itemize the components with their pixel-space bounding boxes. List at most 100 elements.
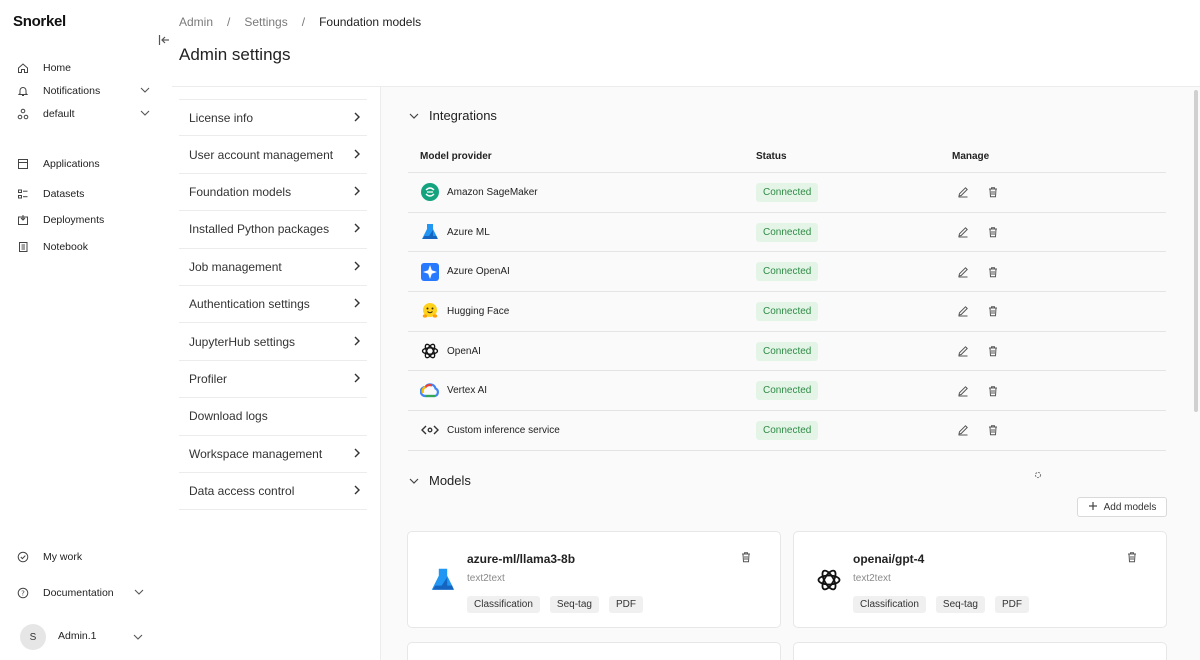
- applications-icon: [16, 157, 30, 171]
- sidebar-item-datasets[interactable]: Datasets: [16, 185, 156, 203]
- collapse-sidebar-icon[interactable]: [158, 34, 172, 48]
- model-card[interactable]: azure-ml/llama3-8b text2text Classificat…: [407, 531, 781, 628]
- integrations-section-header[interactable]: Integrations: [409, 108, 497, 123]
- chevron-down-icon[interactable]: [134, 587, 144, 599]
- chevron-right-icon: [353, 260, 361, 274]
- chevron-down-icon[interactable]: [140, 85, 150, 97]
- menu-item-data-access-control[interactable]: Data access control: [179, 473, 367, 511]
- tag: Classification: [853, 596, 926, 613]
- status-badge: Connected: [756, 301, 819, 321]
- tag: Classification: [467, 596, 540, 613]
- breadcrumb-settings[interactable]: Settings: [244, 15, 287, 29]
- chevron-down-icon: [409, 473, 419, 488]
- avatar[interactable]: S: [20, 624, 46, 650]
- delete-icon[interactable]: [986, 384, 1000, 398]
- sidebar-item-notebook[interactable]: Notebook: [16, 238, 156, 256]
- model-type: text2text: [853, 573, 891, 584]
- menu-item-authentication-settings[interactable]: Authentication settings: [179, 286, 367, 324]
- breadcrumb-admin[interactable]: Admin: [179, 15, 213, 29]
- edit-icon[interactable]: [956, 185, 970, 199]
- menu-item-label: Download logs: [189, 409, 268, 424]
- delete-icon[interactable]: [986, 185, 1000, 199]
- chevron-right-icon: [353, 447, 361, 461]
- sidebar-item-label: Applications: [43, 158, 100, 170]
- check-circle-icon: [16, 550, 30, 564]
- chevron-right-icon: [353, 185, 361, 199]
- menu-item-download-logs[interactable]: Download logs: [179, 398, 367, 436]
- chevron-down-icon: [409, 108, 419, 123]
- app-logo[interactable]: Snorkel: [13, 13, 66, 30]
- svg-text:?: ?: [21, 590, 25, 598]
- model-card[interactable]: openai/gpt-4 text2text Classification Se…: [793, 531, 1167, 628]
- edit-icon[interactable]: [956, 384, 970, 398]
- chevron-right-icon: [353, 148, 361, 162]
- menu-item-license-info[interactable]: License info: [179, 99, 367, 137]
- menu-item-label: JupyterHub settings: [189, 334, 296, 349]
- workspace-icon: [16, 107, 30, 121]
- vertex-ai-icon: [420, 381, 440, 401]
- chevron-down-icon[interactable]: [133, 630, 143, 644]
- status-badge: Connected: [756, 182, 819, 202]
- menu-item-installed-python-packages[interactable]: Installed Python packages: [179, 211, 367, 249]
- sidebar-item-home[interactable]: Home: [16, 59, 156, 77]
- delete-icon[interactable]: [986, 265, 1000, 279]
- model-tags: Classification Seq-tag PDF: [467, 596, 643, 613]
- bell-icon: [16, 84, 30, 98]
- sidebar-item-workspace[interactable]: default: [16, 105, 156, 123]
- sidebar-item-my-work[interactable]: My work: [16, 548, 156, 566]
- menu-item-job-management[interactable]: Job management: [179, 249, 367, 286]
- menu-item-label: User account management: [189, 147, 334, 162]
- menu-item-workspace-management[interactable]: Workspace management: [179, 436, 367, 473]
- section-title: Models: [429, 473, 471, 488]
- table-row: Hugging Face Connected: [408, 292, 1166, 332]
- delete-icon[interactable]: [986, 344, 1000, 358]
- azure-openai-icon: [420, 262, 440, 282]
- column-header-status: Status: [756, 150, 787, 162]
- delete-icon[interactable]: [740, 551, 752, 566]
- edit-icon[interactable]: [956, 423, 970, 437]
- model-tags: Classification Seq-tag PDF: [853, 596, 1029, 613]
- model-card[interactable]: [793, 642, 1167, 660]
- status-badge: Connected: [756, 420, 819, 440]
- provider-name: Hugging Face: [447, 305, 510, 317]
- menu-item-label: Installed Python packages: [189, 222, 330, 237]
- edit-icon[interactable]: [956, 225, 970, 239]
- delete-icon[interactable]: [986, 423, 1000, 437]
- delete-icon[interactable]: [986, 225, 1000, 239]
- edit-icon[interactable]: [956, 304, 970, 318]
- scrollbar[interactable]: [1194, 90, 1198, 412]
- code-icon: [420, 420, 440, 440]
- chevron-right-icon: [353, 297, 361, 311]
- menu-item-profiler[interactable]: Profiler: [179, 361, 367, 399]
- add-models-label: Add models: [1103, 501, 1157, 513]
- sidebar-item-applications[interactable]: Applications: [16, 155, 156, 173]
- sidebar-item-label: Home: [43, 62, 72, 74]
- sidebar-item-label: Notifications: [43, 85, 101, 97]
- breadcrumb-current: Foundation models: [319, 15, 422, 29]
- hugging-face-icon: [420, 301, 440, 321]
- model-card[interactable]: [407, 642, 781, 660]
- models-section-header[interactable]: Models: [409, 473, 471, 488]
- user-name[interactable]: Admin.1: [58, 630, 97, 642]
- menu-item-user-account-management[interactable]: User account management: [179, 136, 367, 174]
- sidebar: Snorkel Home Notifications default Appli…: [0, 0, 172, 660]
- openai-icon: [420, 341, 440, 361]
- edit-icon[interactable]: [956, 344, 970, 358]
- loading-cursor-icon: [1034, 468, 1042, 482]
- add-models-button[interactable]: Add models: [1077, 497, 1167, 517]
- sidebar-item-notifications[interactable]: Notifications: [16, 82, 156, 100]
- sidebar-item-deployments[interactable]: Deployments: [16, 211, 156, 229]
- status-badge: Connected: [756, 381, 819, 401]
- provider-name: OpenAI: [447, 345, 481, 357]
- page-title: Admin settings: [179, 45, 291, 64]
- delete-icon[interactable]: [1126, 551, 1138, 566]
- table-row: Azure OpenAI Connected: [408, 252, 1166, 293]
- menu-item-foundation-models[interactable]: Foundation models: [179, 174, 367, 212]
- delete-icon[interactable]: [986, 304, 1000, 318]
- menu-item-jupyterhub-settings[interactable]: JupyterHub settings: [179, 323, 367, 361]
- sidebar-item-documentation[interactable]: ? Documentation: [16, 584, 156, 602]
- chevron-down-icon[interactable]: [140, 108, 150, 120]
- edit-icon[interactable]: [956, 265, 970, 279]
- plus-icon: [1088, 501, 1098, 514]
- provider-name: Azure ML: [447, 226, 490, 238]
